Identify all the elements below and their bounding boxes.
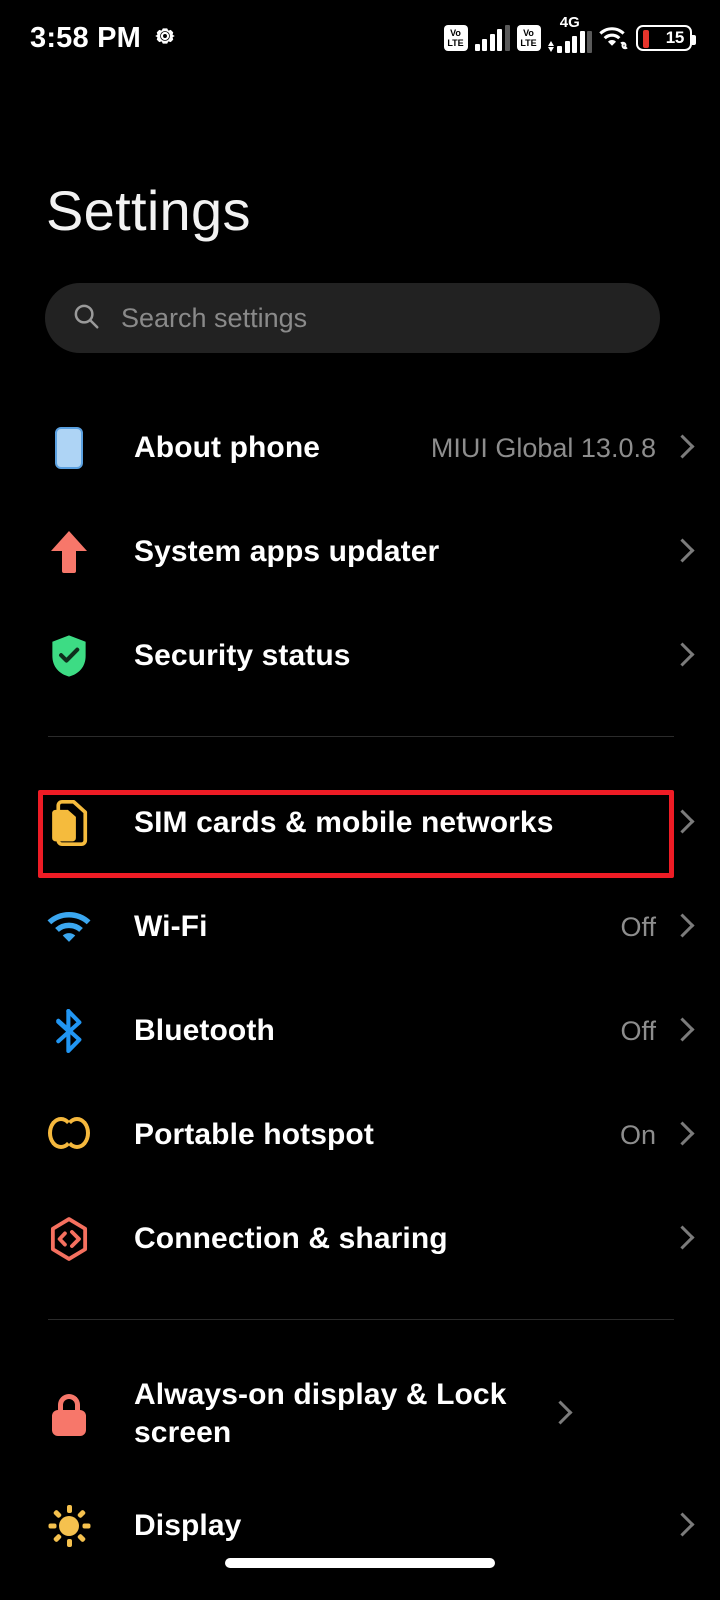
wifi-linked-icon [599,25,629,51]
settings-row-label: About phone [134,431,321,465]
chevron-right-icon [672,1509,692,1543]
chevron-right-icon [550,1397,570,1431]
lock-icon [46,1391,92,1437]
settings-screen: 3:58 PM Vo LTE Vo LTE 4G 15 Settings Sea… [0,0,720,1600]
settings-row-label: Bluetooth [134,1014,275,1048]
bluetooth-icon [46,1008,92,1054]
phone-icon [46,425,92,471]
volte-bottom-text-2: LTE [520,37,537,48]
battery-low-indicator [643,30,649,48]
volte-bottom-text: LTE [447,37,464,48]
home-indicator[interactable] [225,1558,495,1568]
settings-row-value: On [619,1119,656,1150]
data-transfer-arrows-icon [547,41,554,52]
hotspot-icon [46,1112,92,1158]
signal-bars-sim2-icon [547,31,592,53]
settings-group-device: About phone MIUI Global 13.0.8 System ap… [0,396,720,708]
status-bar-left: 3:58 PM [30,22,178,55]
chevron-right-icon [672,1222,692,1256]
settings-row-bluetooth[interactable]: Bluetooth Off [0,979,720,1083]
shield-check-icon [46,633,92,679]
volte-icon-sim1: Vo LTE [443,25,468,51]
sim-card-icon [46,800,92,846]
connection-sharing-icon [46,1216,92,1262]
settings-row-wifi[interactable]: Wi-Fi Off [0,875,720,979]
settings-row-portable-hotspot[interactable]: Portable hotspot On [0,1083,720,1187]
network-type-indicator: 4G [547,15,592,53]
battery-icon: 15 [636,25,696,51]
volte-top-text: Vo [450,27,461,38]
network-type-label: 4G [559,14,580,31]
chevron-right-icon [672,910,692,944]
brightness-icon [46,1503,92,1549]
status-bar-right: Vo LTE Vo LTE 4G 15 [443,15,696,53]
status-bar: 3:58 PM Vo LTE Vo LTE 4G 15 [0,0,720,76]
settings-row-label: SIM cards & mobile networks [134,806,554,840]
settings-row-value: Off [620,1015,656,1046]
chevron-right-icon [672,431,692,465]
search-icon [71,301,101,336]
volte-icon-sim2: Vo LTE [516,25,541,51]
status-bar-clock: 3:58 PM [30,21,141,54]
settings-row-value: Off [620,911,656,942]
settings-row-label: Display [134,1509,242,1543]
settings-list: About phone MIUI Global 13.0.8 System ap… [0,396,720,1578]
wifi-icon [46,904,92,950]
battery-percent-label: 15 [665,28,685,47]
chevron-right-icon [672,806,692,840]
settings-row-sim-cards-mobile-networks[interactable]: SIM cards & mobile networks [0,771,720,875]
chevron-right-icon [672,535,692,569]
page-title: Settings [46,179,251,242]
settings-row-always-on-display-lock-screen[interactable]: Always-on display & Lock screen [0,1354,720,1474]
settings-row-label: Portable hotspot [134,1118,374,1152]
search-input[interactable]: Search settings [45,283,660,353]
settings-group-display: Always-on display & Lock screen Display [0,1354,720,1578]
chevron-right-icon [672,1118,692,1152]
settings-row-label: Wi-Fi [134,910,208,944]
settings-row-label: System apps updater [134,535,440,569]
settings-row-about-phone[interactable]: About phone MIUI Global 13.0.8 [0,396,720,500]
settings-row-system-apps-updater[interactable]: System apps updater [0,500,720,604]
settings-row-security-status[interactable]: Security status [0,604,720,708]
settings-row-label: Connection & sharing [134,1222,448,1256]
settings-row-label: Security status [134,639,351,673]
volte-top-text-2: Vo [523,27,534,38]
settings-row-value: MIUI Global 13.0.8 [430,432,656,463]
gear-icon [152,23,178,54]
chevron-right-icon [672,639,692,673]
chevron-right-icon [672,1014,692,1048]
settings-row-connection-sharing[interactable]: Connection & sharing [0,1187,720,1291]
signal-bars-sim1-icon [474,25,510,51]
search-placeholder-text: Search settings [121,302,308,333]
up-arrow-icon [46,529,92,575]
settings-group-network: SIM cards & mobile networks Wi-Fi Off Bl… [0,771,720,1291]
settings-row-label: Always-on display & Lock screen [134,1378,507,1449]
